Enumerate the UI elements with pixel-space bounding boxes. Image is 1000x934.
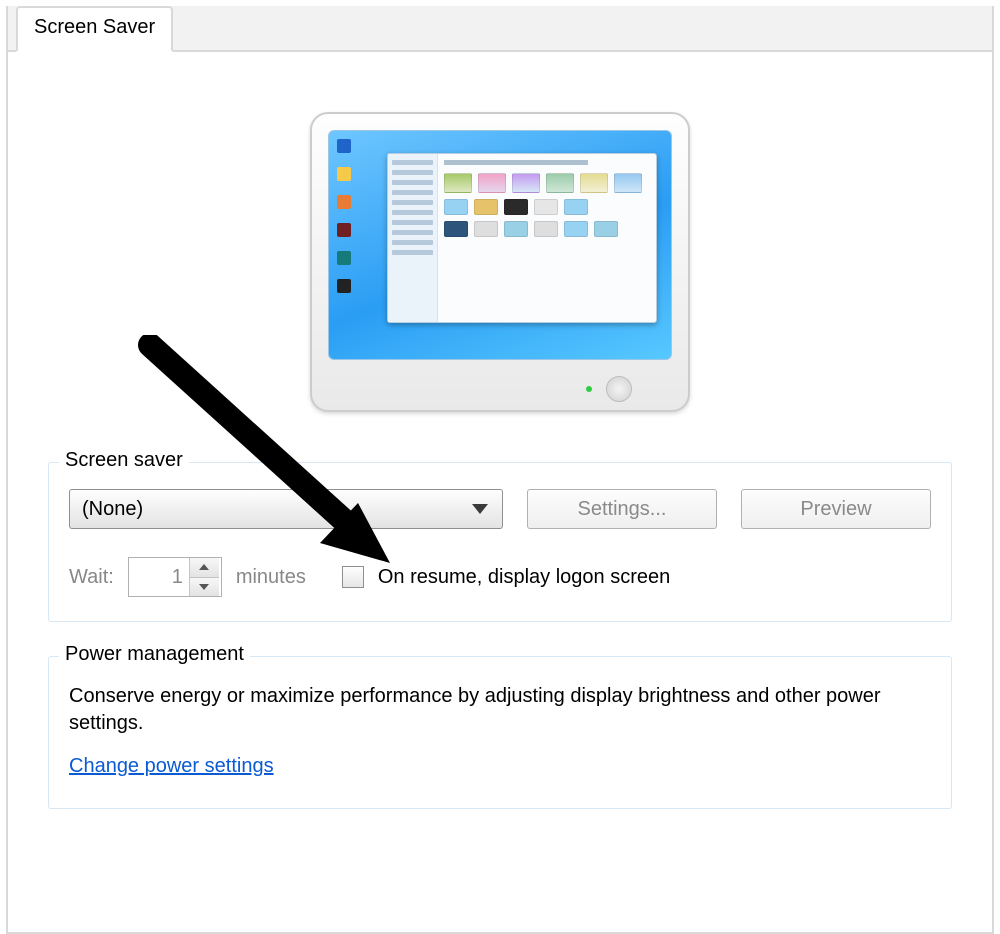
monitor-screen xyxy=(328,130,672,360)
power-led-icon xyxy=(586,386,592,392)
power-button-icon xyxy=(606,376,632,402)
resume-label: On resume, display logon screen xyxy=(378,566,670,589)
power-management-group: Power management Conserve energy or maxi… xyxy=(48,656,952,809)
monitor-preview xyxy=(48,112,952,412)
monitor-frame xyxy=(310,112,690,412)
desktop-icons xyxy=(337,139,351,293)
change-power-settings-label: Change power settings xyxy=(69,755,274,777)
screensaver-dropdown[interactable]: (None) xyxy=(69,489,503,529)
wait-spin-down[interactable] xyxy=(190,577,219,597)
screensaver-group: Screen saver (None) Settings... Preview … xyxy=(48,462,952,622)
wait-unit: minutes xyxy=(236,566,306,589)
resume-checkbox[interactable] xyxy=(342,566,364,588)
tab-content: Screen saver (None) Settings... Preview … xyxy=(8,52,992,932)
tab-screen-saver[interactable]: Screen Saver xyxy=(16,6,173,52)
preview-button[interactable]: Preview xyxy=(741,489,931,529)
screensaver-legend: Screen saver xyxy=(59,449,189,472)
settings-button[interactable]: Settings... xyxy=(527,489,717,529)
wait-input[interactable] xyxy=(129,558,189,596)
wait-label: Wait: xyxy=(69,566,114,589)
preview-button-label: Preview xyxy=(800,498,871,520)
power-description: Conserve energy or maximize performance … xyxy=(69,683,931,737)
wait-spinner[interactable] xyxy=(128,557,222,597)
screensaver-dropdown-value: (None) xyxy=(82,498,143,521)
power-legend: Power management xyxy=(59,643,250,666)
chevron-down-icon xyxy=(472,504,488,514)
tab-label: Screen Saver xyxy=(34,16,155,38)
dialog-panel: Screen Saver xyxy=(6,6,994,934)
settings-button-label: Settings... xyxy=(578,498,667,520)
change-power-settings-link[interactable]: Change power settings xyxy=(69,755,274,778)
wait-spin-up[interactable] xyxy=(190,558,219,577)
tab-strip: Screen Saver xyxy=(8,6,992,52)
